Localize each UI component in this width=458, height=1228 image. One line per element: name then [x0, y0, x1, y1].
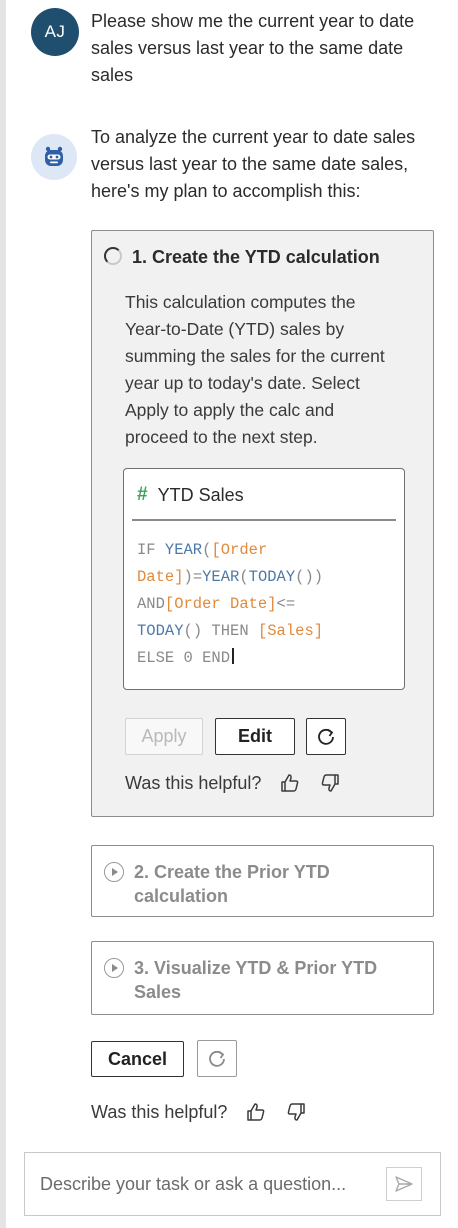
refresh-icon — [209, 1050, 225, 1067]
calculation-name: YTD Sales — [157, 484, 244, 505]
formula-function: YEAR — [202, 568, 240, 586]
thumbs-down-icon[interactable] — [285, 1101, 307, 1123]
step-2-title: 2. Create the Prior YTD calculation — [134, 862, 330, 906]
assistant-message: To analyze the current year to date sale… — [91, 127, 416, 201]
step-feedback: Was this helpful? — [125, 772, 341, 794]
regenerate-step-button[interactable] — [306, 718, 346, 755]
robot-icon — [45, 146, 63, 166]
calculation-formula[interactable]: IF YEAR([Order Date])=YEAR(TODAY()) AND[Or… — [137, 537, 397, 672]
formula-keyword: )= — [183, 568, 203, 586]
thumbs-down-icon[interactable] — [319, 772, 341, 794]
chat-input[interactable] — [40, 1167, 375, 1201]
plan-feedback: Was this helpful? — [91, 1101, 307, 1123]
formula-function: TODAY — [248, 568, 296, 586]
formula-line: Date])=YEAR(TODAY()) — [137, 564, 397, 591]
loading-spinner-icon — [104, 247, 122, 265]
cancel-button[interactable]: Cancel — [91, 1041, 184, 1077]
formula-keyword: <= — [276, 595, 296, 613]
user-avatar: AJ — [31, 8, 79, 56]
step-2-header: 2. Create the Prior YTD calculation — [104, 860, 334, 908]
apply-button[interactable]: Apply — [125, 718, 203, 755]
formula-field: [Order Date] — [164, 595, 277, 613]
left-border — [0, 0, 6, 1228]
formula-keyword: ( — [239, 568, 249, 586]
formula-keyword: IF — [137, 541, 165, 559]
feedback-label: Was this helpful? — [125, 772, 262, 793]
step-card-3[interactable]: 3. Visualize YTD & Prior YTD Sales — [91, 941, 434, 1015]
calculation-editor[interactable]: # YTD Sales IF YEAR([Order Date])=YEAR(TO… — [123, 468, 405, 690]
regenerate-plan-button[interactable] — [197, 1040, 237, 1077]
step-card-2[interactable]: 2. Create the Prior YTD calculation — [91, 845, 434, 917]
feedback-label: Was this helpful? — [91, 1101, 228, 1122]
formula-function: TODAY — [137, 622, 184, 640]
edit-button[interactable]: Edit — [215, 718, 295, 755]
step-3-header: 3. Visualize YTD & Prior YTD Sales — [104, 956, 409, 1004]
calculation-header: # YTD Sales — [137, 484, 244, 506]
step-1-description: This calculation computes the Year-to-Da… — [125, 292, 385, 447]
formula-function: YEAR — [164, 541, 203, 559]
text-cursor — [232, 648, 235, 664]
formula-line: ELSE 0 END — [137, 645, 397, 672]
formula-keyword: ELSE 0 END — [137, 649, 231, 667]
formula-field: [Order — [211, 541, 268, 559]
step-1-title: 1. Create the YTD calculation — [132, 247, 380, 267]
thumbs-up-icon[interactable] — [245, 1101, 267, 1123]
step-card-1: 1. Create the YTD calculation This calcu… — [91, 230, 434, 817]
thumbs-up-icon[interactable] — [279, 772, 301, 794]
formula-line: IF YEAR([Order — [137, 537, 397, 564]
play-icon — [104, 862, 124, 882]
step-1-header[interactable]: 1. Create the YTD calculation — [104, 245, 380, 269]
play-icon — [104, 958, 124, 978]
formula-line: TODAY() THEN [Sales] — [137, 618, 397, 645]
formula-field: Date] — [137, 568, 184, 586]
send-icon — [395, 1176, 413, 1192]
chat-composer — [24, 1152, 441, 1216]
formula-keyword: AND — [137, 595, 165, 613]
calculated-field-icon: # — [137, 484, 148, 505]
assistant-avatar — [31, 134, 77, 180]
formula-field: [Sales] — [257, 622, 324, 640]
refresh-icon — [318, 728, 334, 745]
user-initials: AJ — [44, 22, 66, 41]
user-message: Please show me the current year to date … — [91, 11, 415, 85]
formula-keyword: ()) — [295, 568, 324, 586]
calculation-divider — [132, 519, 396, 521]
formula-keyword: () THEN — [183, 622, 258, 640]
formula-line: AND[Order Date]<= — [137, 591, 397, 618]
step-3-title: 3. Visualize YTD & Prior YTD Sales — [134, 958, 378, 1002]
send-button[interactable] — [386, 1167, 422, 1201]
